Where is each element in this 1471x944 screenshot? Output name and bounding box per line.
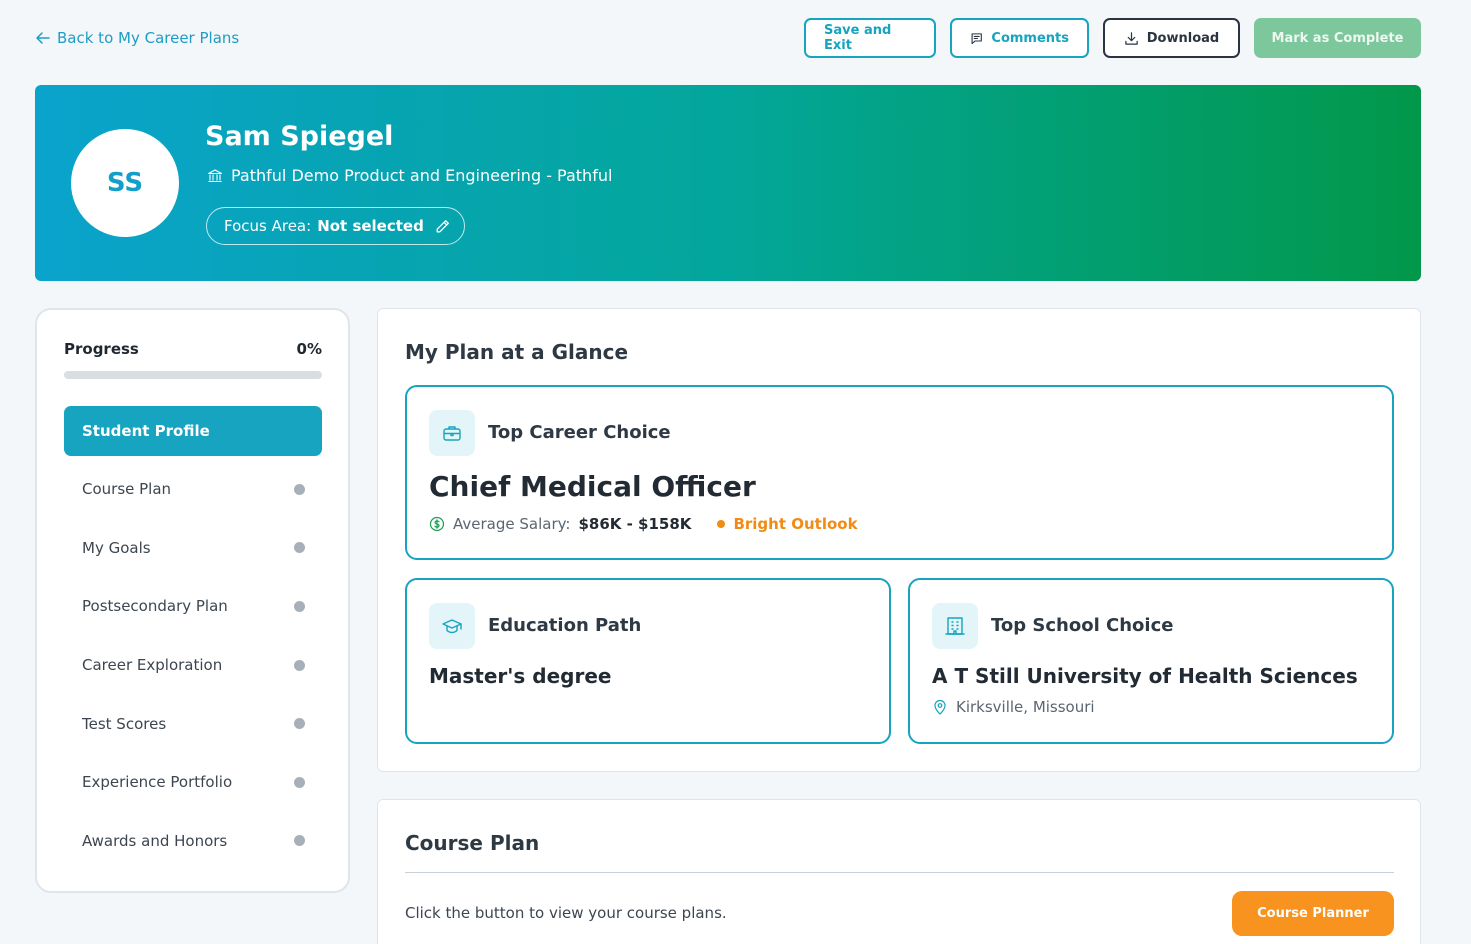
sidebar-item-label: Postsecondary Plan — [82, 597, 228, 616]
course-planner-label: Course Planner — [1257, 906, 1369, 921]
course-plan-panel: Course Plan Click the button to view you… — [377, 799, 1421, 944]
sidebar-item-label: Course Plan — [82, 480, 172, 499]
card-icon-box — [932, 603, 978, 649]
sidebar-item-career-exploration[interactable]: Career Exploration — [64, 636, 322, 695]
education-path-value: Master's degree — [429, 664, 612, 688]
course-planner-button[interactable]: Course Planner — [1232, 891, 1394, 936]
course-plan-description: Click the button to view your course pla… — [405, 904, 727, 922]
status-dot — [294, 776, 305, 788]
profile-banner: SS Sam Spiegel Pathful Demo Product and … — [35, 85, 1421, 281]
save-and-exit-button[interactable]: Save and Exit — [804, 18, 936, 58]
sidebar-item-label: Test Scores — [82, 714, 167, 733]
top-school-card: Top School Choice A T Still University o… — [908, 578, 1394, 744]
institution-icon — [207, 168, 223, 182]
top-actions: Save and Exit Comments Download Mark as … — [804, 18, 1421, 58]
organization-row: Pathful Demo Product and Engineering - P… — [207, 166, 612, 185]
sidebar-item-awards-and-honors[interactable]: Awards and Honors — [64, 812, 322, 871]
sidebar-item-experience-portfolio[interactable]: Experience Portfolio — [64, 753, 322, 812]
progress-bar — [64, 371, 322, 379]
education-path-card: Education Path Master's degree — [405, 578, 891, 744]
top-school-label: Top School Choice — [991, 615, 1174, 636]
sidebar-item-student-profile[interactable]: Student Profile — [64, 406, 322, 456]
panel-title: Course Plan — [405, 831, 540, 855]
outlook-label: Bright Outlook — [733, 515, 858, 533]
status-dot — [294, 718, 305, 730]
organization-name: Pathful Demo Product and Engineering - P… — [231, 166, 613, 185]
outlook-dot — [717, 520, 726, 528]
comments-label: Comments — [991, 30, 1069, 46]
card-icon-box — [429, 410, 475, 456]
mark-as-complete-label: Mark as Complete — [1271, 30, 1404, 46]
salary-value: $86K - $158K — [578, 515, 692, 533]
sidebar-item-label: Student Profile — [82, 422, 210, 440]
progress-value: 0% — [296, 340, 322, 358]
status-dot — [294, 600, 305, 612]
focus-area-button[interactable]: Focus Area: Not selected — [206, 207, 465, 245]
download-label: Download — [1146, 30, 1220, 46]
avatar: SS — [71, 129, 179, 237]
status-dot — [294, 542, 305, 554]
career-title: Chief Medical Officer — [429, 470, 756, 503]
panel-title: My Plan at a Glance — [405, 340, 629, 364]
pencil-icon — [436, 219, 449, 232]
status-dot — [294, 483, 305, 495]
divider — [405, 872, 1394, 873]
back-link-label: Back to My Career Plans — [57, 29, 240, 47]
status-dot — [294, 659, 305, 671]
student-name: Sam Spiegel — [205, 121, 394, 152]
comment-icon — [971, 32, 982, 44]
status-dot — [294, 835, 305, 847]
sidebar-item-my-goals[interactable]: My Goals — [64, 519, 322, 578]
school-location-row: Kirksville, Missouri — [932, 698, 1095, 716]
school-location: Kirksville, Missouri — [956, 698, 1095, 716]
sidebar-item-label: Career Exploration — [82, 656, 223, 675]
focus-area-value: Not selected — [317, 217, 424, 235]
school-name: A T Still University of Health Sciences — [932, 664, 1358, 688]
sidebar-item-course-plan[interactable]: Course Plan — [64, 460, 322, 519]
sidebar-item-label: Experience Portfolio — [82, 773, 233, 792]
map-pin-icon — [934, 699, 946, 715]
top-career-card: Top Career Choice Chief Medical Officer … — [405, 385, 1394, 560]
dollar-icon — [429, 516, 445, 532]
building-icon — [945, 617, 965, 635]
briefcase-icon — [443, 426, 461, 441]
download-icon — [1125, 31, 1138, 45]
salary-row: Average Salary: $86K - $158K Bright Outl… — [429, 515, 858, 533]
progress-label: Progress — [64, 340, 139, 358]
section-nav: Student Profile Course Plan My Goals Pos… — [64, 406, 322, 870]
sidebar-item-postsecondary-plan[interactable]: Postsecondary Plan — [64, 577, 322, 636]
save-and-exit-label: Save and Exit — [824, 23, 892, 53]
plan-at-a-glance-panel: My Plan at a Glance Top Career Choice Ch… — [377, 308, 1421, 772]
salary-label: Average Salary: — [453, 515, 571, 533]
mark-as-complete-button[interactable]: Mark as Complete — [1254, 18, 1421, 58]
card-icon-box — [429, 603, 475, 649]
focus-area-label: Focus Area: — [224, 217, 312, 235]
sidebar-item-label: My Goals — [82, 538, 151, 557]
bright-outlook-badge: Bright Outlook — [717, 515, 858, 533]
avatar-initials: SS — [106, 168, 144, 198]
arrow-left-icon — [36, 32, 50, 44]
sidebar: Progress 0% Student Profile Course Plan … — [35, 308, 350, 893]
graduation-cap-icon — [442, 619, 462, 634]
top-career-label: Top Career Choice — [488, 422, 671, 443]
progress-header: Progress 0% — [64, 340, 322, 358]
education-path-label: Education Path — [488, 615, 642, 636]
sidebar-item-label: Awards and Honors — [82, 831, 228, 850]
sidebar-item-test-scores[interactable]: Test Scores — [64, 694, 322, 753]
download-button[interactable]: Download — [1103, 18, 1240, 58]
back-to-career-plans-link[interactable]: Back to My Career Plans — [35, 27, 239, 49]
comments-button[interactable]: Comments — [950, 18, 1089, 58]
